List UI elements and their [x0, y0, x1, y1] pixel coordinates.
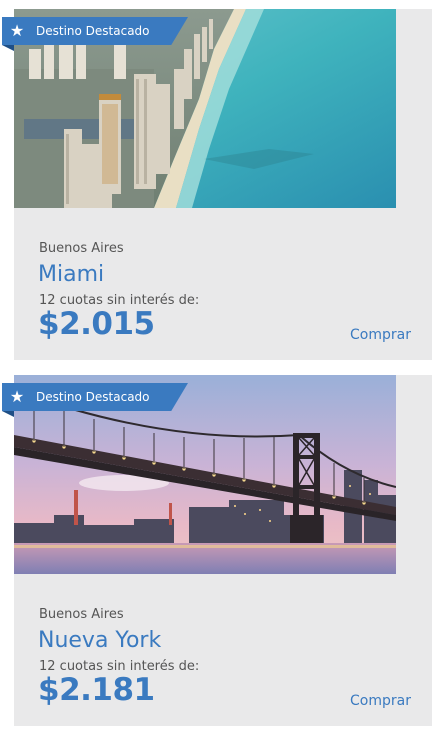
price: $2.015: [38, 306, 155, 342]
origin-city: Buenos Aires: [39, 607, 124, 622]
destination-card[interactable]: ★ Destino Destacado Buenos Aires Nueva Y…: [2, 375, 432, 726]
star-icon: ★: [9, 21, 25, 40]
destination-city[interactable]: Miami: [38, 262, 104, 287]
badge-label: Destino Destacado: [36, 24, 150, 38]
featured-destination-badge: ★ Destino Destacado: [2, 383, 188, 411]
destination-card[interactable]: ★ Destino Destacado Buenos Aires Miami 1…: [2, 9, 432, 360]
badge-label: Destino Destacado: [36, 390, 150, 404]
badge-ribbon-fold: [2, 45, 14, 51]
star-icon: ★: [9, 387, 25, 406]
buy-link[interactable]: Comprar: [350, 693, 411, 709]
origin-city: Buenos Aires: [39, 241, 124, 256]
featured-destination-badge: ★ Destino Destacado: [2, 17, 188, 45]
price: $2.181: [38, 672, 155, 708]
badge-ribbon-fold: [2, 411, 14, 417]
buy-link[interactable]: Comprar: [350, 327, 411, 343]
destination-city[interactable]: Nueva York: [38, 628, 161, 653]
